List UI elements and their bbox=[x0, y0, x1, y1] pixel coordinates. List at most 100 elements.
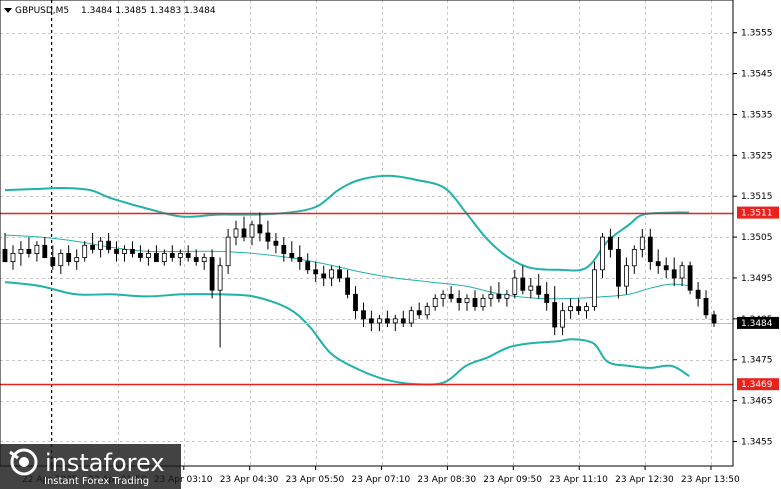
candle-body bbox=[257, 224, 263, 234]
candle-body bbox=[145, 252, 151, 258]
candle-body bbox=[361, 310, 366, 320]
y-tick-label: 1.3555 bbox=[741, 29, 773, 39]
watermark-tagline: Instant Forex Trading bbox=[44, 476, 149, 487]
candle-body bbox=[576, 306, 581, 312]
candle-body bbox=[592, 269, 597, 307]
y-tick-label: 1.3525 bbox=[741, 151, 773, 161]
candle-body bbox=[34, 244, 40, 254]
candle-body bbox=[58, 252, 64, 267]
watermark: instaforex Instant Forex Trading bbox=[0, 444, 181, 489]
candle-body bbox=[193, 257, 199, 262]
candle-body bbox=[408, 310, 414, 324]
candle-body bbox=[608, 236, 613, 250]
candle-body bbox=[106, 240, 111, 250]
candle-body bbox=[153, 252, 159, 262]
candle-body bbox=[687, 265, 693, 291]
candle-body bbox=[695, 289, 701, 299]
candle-body bbox=[496, 293, 502, 299]
candle-body bbox=[265, 232, 271, 242]
candle-body bbox=[480, 297, 486, 307]
price-chart[interactable]: 1.3555 1.3545 1.3535 1.3525 1.3515 1.3505 1.34… bbox=[0, 0, 781, 489]
candle-body bbox=[472, 297, 478, 307]
y-tick-label: 1.3505 bbox=[741, 233, 773, 243]
candle-body bbox=[201, 257, 207, 262]
candle-body bbox=[209, 257, 215, 291]
candle-body bbox=[353, 293, 358, 312]
candle-body bbox=[177, 252, 183, 258]
candle-body bbox=[114, 248, 119, 254]
y-tick-label: 1.3495 bbox=[741, 274, 773, 284]
candle-body bbox=[711, 314, 717, 324]
ohlc-label: 1.3484 1.3485 1.3483 1.3484 bbox=[81, 6, 216, 16]
candle-body bbox=[647, 236, 653, 263]
candle-body bbox=[368, 318, 374, 324]
candle-body bbox=[26, 248, 32, 254]
chart-background bbox=[0, 0, 781, 489]
candle-body bbox=[130, 248, 135, 254]
candle-body bbox=[122, 248, 127, 254]
candle-body bbox=[536, 285, 542, 295]
candle-body bbox=[544, 293, 550, 303]
candle-body bbox=[169, 252, 175, 258]
candle-body bbox=[448, 293, 454, 299]
candle-body bbox=[345, 277, 351, 295]
candle-body bbox=[217, 265, 223, 291]
x-tick-label: 23 Apr 11:10 bbox=[549, 475, 608, 485]
candle-body bbox=[520, 277, 526, 291]
x-tick-label: 23 Apr 13:50 bbox=[681, 475, 740, 485]
candle-body bbox=[281, 244, 287, 254]
candle-body bbox=[10, 252, 16, 262]
x-tick-label: 23 Apr 09:50 bbox=[483, 475, 542, 485]
candle-body bbox=[663, 265, 669, 271]
candle-body bbox=[440, 293, 446, 299]
y-tick-label: 1.3475 bbox=[741, 356, 773, 366]
x-tick-label: 23 Apr 08:30 bbox=[417, 475, 476, 485]
candle-body bbox=[560, 310, 565, 328]
candle-body bbox=[600, 236, 605, 271]
candle-body bbox=[384, 318, 390, 324]
candle-body bbox=[66, 252, 72, 262]
candle-body bbox=[679, 265, 685, 279]
y-tick-label: 1.3465 bbox=[741, 397, 773, 407]
x-tick-label: 23 Apr 04:30 bbox=[220, 475, 279, 485]
candle-body bbox=[233, 228, 239, 238]
candle-body bbox=[400, 318, 406, 324]
current-price-badge: 1.3484 bbox=[741, 319, 773, 329]
candle-body bbox=[456, 297, 462, 303]
y-tick-label: 1.3455 bbox=[741, 438, 773, 448]
chart-header: GBPUSD,M5 1.3484 1.3485 1.3483 1.3484 bbox=[4, 6, 216, 16]
candle-body bbox=[464, 297, 470, 303]
x-tick-label: 23 Apr 12:30 bbox=[615, 475, 674, 485]
watermark-brand: instaforex bbox=[45, 449, 165, 477]
candle-body bbox=[305, 261, 311, 271]
candle-body bbox=[416, 310, 422, 316]
candle-body bbox=[631, 248, 637, 267]
candle-body bbox=[50, 257, 56, 267]
candle-body bbox=[512, 277, 518, 295]
candle-body bbox=[568, 306, 573, 312]
candle-body bbox=[161, 252, 167, 262]
candle-body bbox=[185, 252, 191, 258]
y-tick-label: 1.3545 bbox=[741, 70, 773, 80]
candle-body bbox=[337, 269, 343, 279]
candle-body bbox=[584, 306, 589, 312]
candle-body bbox=[98, 240, 103, 250]
candle-body bbox=[249, 224, 255, 238]
candle-body bbox=[624, 265, 629, 287]
candle-body bbox=[424, 306, 430, 316]
y-tick-label: 1.3515 bbox=[741, 192, 773, 202]
candle-body bbox=[241, 228, 247, 238]
candle-body bbox=[552, 302, 558, 328]
candle-body bbox=[639, 236, 645, 250]
candle-body bbox=[42, 244, 48, 259]
candle-body bbox=[225, 236, 231, 267]
candle-body bbox=[504, 293, 510, 299]
x-tick-label: 23 Apr 07:10 bbox=[352, 475, 411, 485]
candle-body bbox=[297, 257, 303, 262]
candle-body bbox=[392, 318, 398, 324]
candle-body bbox=[671, 269, 677, 279]
candle-body bbox=[329, 269, 335, 279]
level-price-badge: 1.3511 bbox=[741, 209, 773, 219]
candle-body bbox=[616, 248, 621, 287]
x-tick-label: 23 Apr 05:50 bbox=[286, 475, 345, 485]
